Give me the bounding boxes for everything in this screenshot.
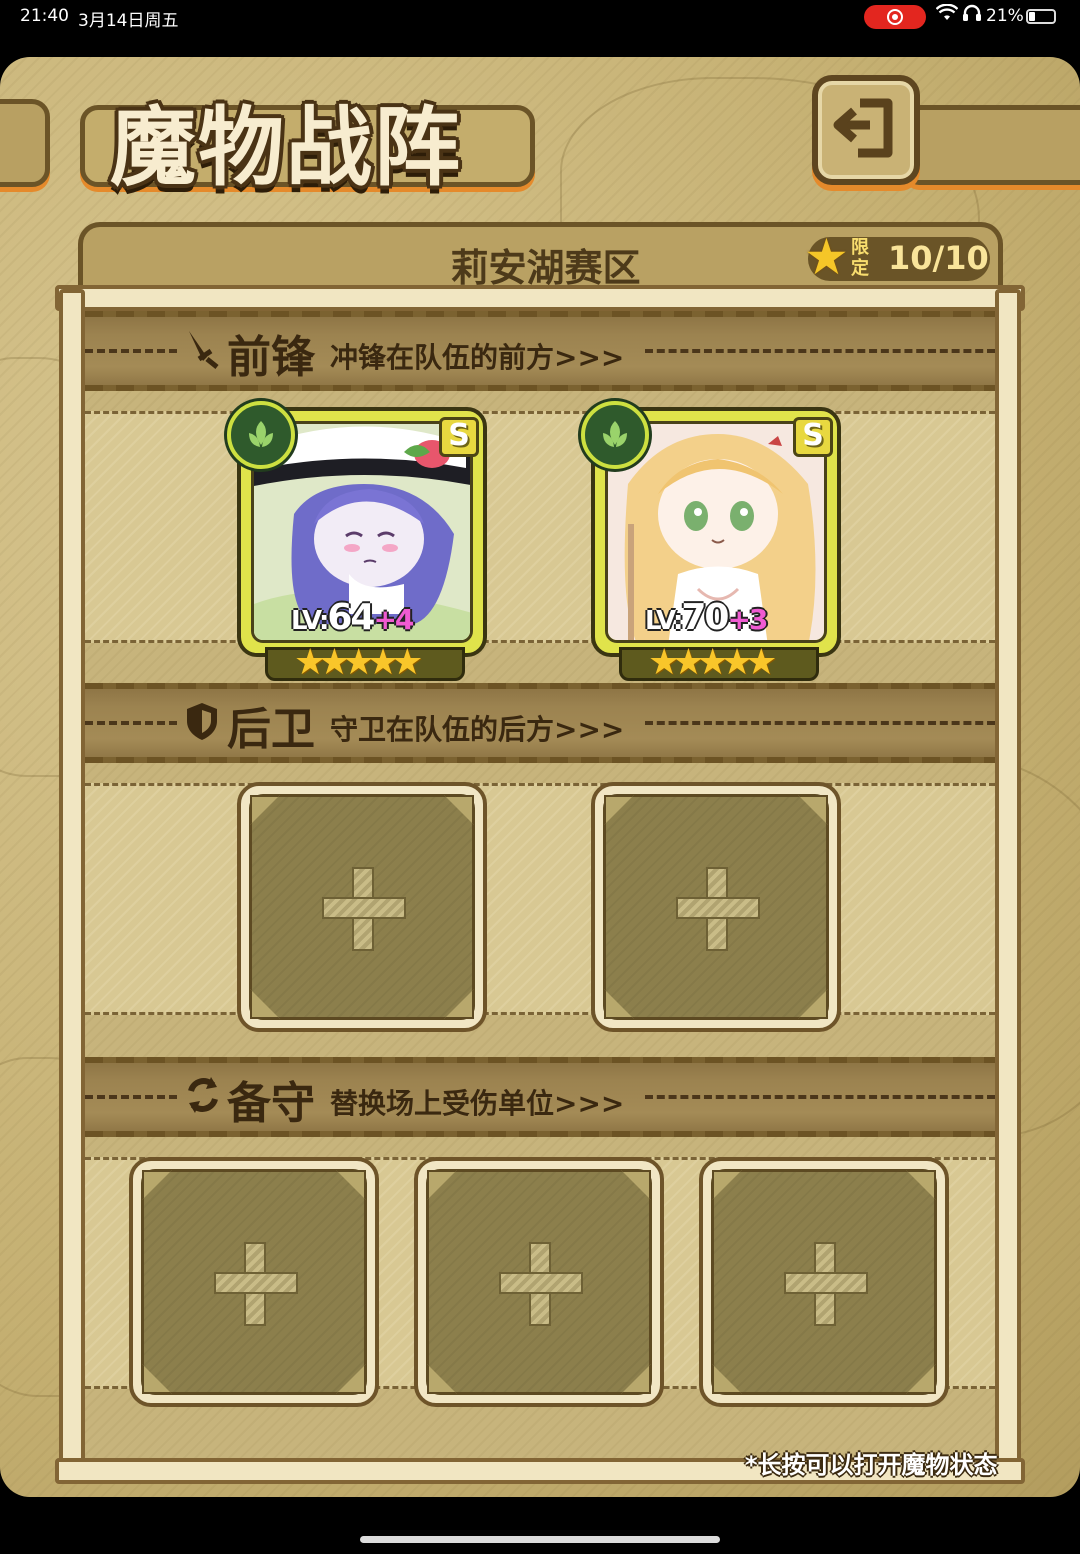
title-left-tab bbox=[0, 99, 50, 187]
section-back-header: 后卫 守卫在队伍的后方>>> bbox=[85, 683, 995, 763]
section-reserve-desc: 替换场上受伤单位>>> bbox=[330, 1087, 625, 1120]
leaf-icon bbox=[227, 401, 295, 469]
shield-icon bbox=[185, 701, 219, 750]
empty-slot-reserve-1[interactable] bbox=[129, 1157, 379, 1407]
swap-icon bbox=[185, 1075, 221, 1124]
panel-header: 莉安湖赛区 ★ 限定 10/10 bbox=[78, 222, 1003, 292]
status-time: 21:40 bbox=[20, 6, 69, 26]
empty-slot-reserve-2[interactable] bbox=[414, 1157, 664, 1407]
front-lane bbox=[85, 411, 995, 643]
rank-badge: S bbox=[439, 417, 479, 457]
monster-level: LV:64+4 bbox=[291, 597, 414, 638]
game-screen: 魔物战阵 莉安湖赛区 ★ 限定 10/10 前锋 冲锋在队伍的前方>>> 后卫 … bbox=[0, 57, 1080, 1497]
star-icon: ★★★★★ bbox=[648, 642, 777, 683]
page-title: 魔物战阵 bbox=[110, 97, 462, 198]
empty-slot-back-2[interactable] bbox=[591, 782, 841, 1032]
rank-badge: S bbox=[793, 417, 833, 457]
sword-icon bbox=[185, 329, 219, 378]
section-back-desc: 守卫在队伍的后方>>> bbox=[330, 713, 625, 746]
screen-record-icon[interactable] bbox=[864, 5, 926, 29]
limit-count: 10/10 bbox=[888, 239, 989, 277]
wifi-icon bbox=[935, 3, 959, 26]
section-reserve-title: 备守 bbox=[227, 1078, 315, 1129]
leaf-icon bbox=[581, 401, 649, 469]
long-press-tip: *长按可以打开魔物状态 bbox=[745, 1451, 998, 1479]
star-icon: ★★★★★ bbox=[294, 642, 423, 683]
return-arrow-icon bbox=[833, 98, 893, 158]
monster-card-front-1[interactable]: S LV:64+4 ★★★★★ bbox=[227, 401, 487, 683]
section-front-header: 前锋 冲锋在队伍的前方>>> bbox=[85, 311, 995, 391]
section-front-desc: 冲锋在队伍的前方>>> bbox=[330, 341, 625, 374]
status-date: 3月14日周五 bbox=[78, 11, 179, 31]
limit-badge: ★ 限定 10/10 bbox=[804, 228, 990, 286]
star-rating: ★★★★★ bbox=[619, 642, 819, 683]
empty-slot-back-1[interactable] bbox=[237, 782, 487, 1032]
home-indicator[interactable] bbox=[360, 1536, 720, 1543]
section-back-title: 后卫 bbox=[227, 704, 315, 755]
section-front-title: 前锋 bbox=[227, 332, 315, 383]
headset-icon bbox=[962, 4, 982, 26]
section-reserve-header: 备守 替换场上受伤单位>>> bbox=[85, 1057, 995, 1137]
monster-level: LV:70+3 bbox=[645, 597, 768, 638]
battery-percent: 21% bbox=[986, 6, 1024, 26]
star-rating: ★★★★★ bbox=[265, 642, 465, 683]
empty-slot-reserve-3[interactable] bbox=[699, 1157, 949, 1407]
back-button[interactable] bbox=[812, 75, 920, 185]
monster-card-front-2[interactable]: S LV:70+3 ★★★★★ bbox=[581, 401, 841, 683]
title-right-bar bbox=[905, 105, 1080, 185]
battery-icon bbox=[1026, 9, 1056, 24]
status-bar: 21:40 3月14日周五 21% bbox=[0, 0, 1080, 36]
limit-label: 限定 bbox=[851, 237, 869, 279]
star-icon: ★ bbox=[804, 228, 849, 286]
back-lane bbox=[85, 783, 995, 1015]
